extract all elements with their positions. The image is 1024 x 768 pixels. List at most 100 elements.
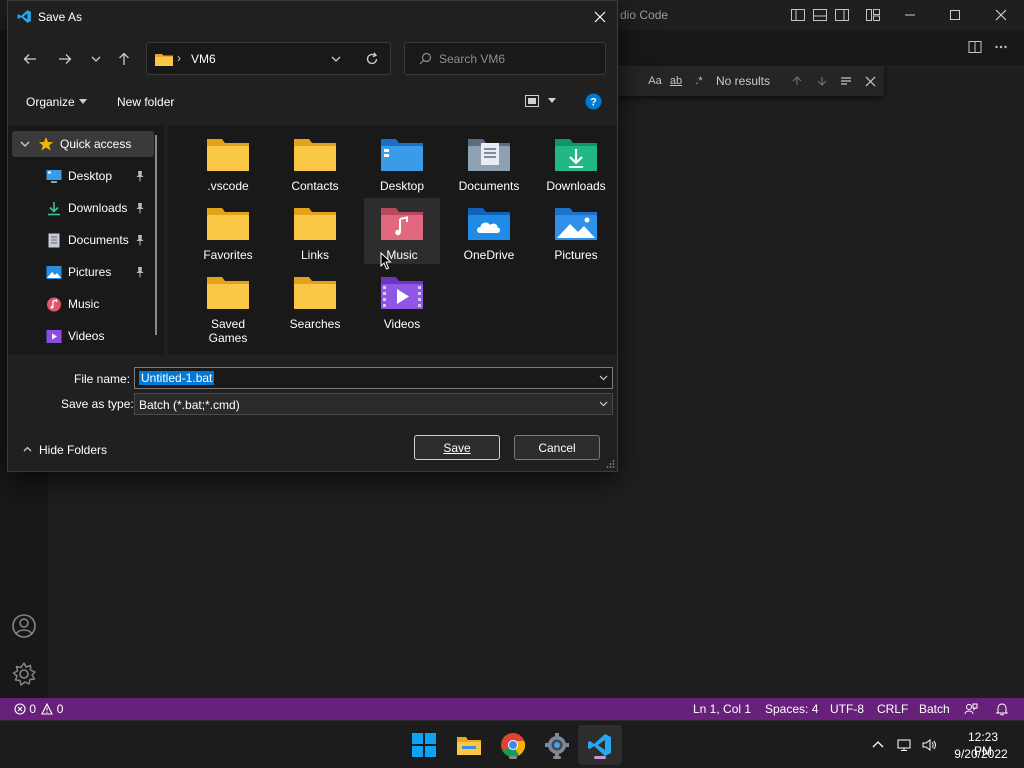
show-hidden-icons-chevron-icon[interactable]	[870, 737, 886, 753]
resize-grip-icon[interactable]	[605, 459, 615, 469]
pin-icon[interactable]	[134, 234, 146, 246]
address-bar[interactable]: › VM6	[146, 42, 391, 75]
pictures-icon	[46, 265, 62, 280]
toggle-panel-icon[interactable]	[812, 7, 828, 23]
back-arrow-icon[interactable]	[18, 47, 42, 71]
search-input[interactable]	[439, 50, 589, 68]
cancel-button[interactable]: Cancel	[514, 435, 600, 460]
save-as-type-select[interactable]: Batch (*.bat;*.cmd)	[134, 393, 613, 415]
videos-icon	[46, 329, 62, 344]
nav-item-documents[interactable]: Documents	[12, 227, 154, 253]
file-name-dropdown-chevron-icon[interactable]	[599, 375, 608, 381]
folder-icon	[293, 204, 337, 242]
language-mode[interactable]: Batch	[919, 702, 950, 716]
file-item-favorites[interactable]: Favorites	[190, 198, 266, 264]
file-label: Searches	[289, 317, 341, 331]
toggle-primary-sidebar-icon[interactable]	[790, 7, 806, 23]
maximize-icon[interactable]	[932, 0, 978, 30]
view-options-caret-icon[interactable]	[548, 98, 556, 104]
pin-icon[interactable]	[134, 266, 146, 278]
taskbar-file-explorer[interactable]	[453, 729, 485, 761]
forward-arrow-icon[interactable]	[53, 47, 77, 71]
find-in-selection-icon[interactable]	[838, 73, 854, 89]
nav-quick-access[interactable]: Quick access	[12, 131, 154, 157]
feedback-icon[interactable]	[964, 702, 978, 719]
nav-item-downloads[interactable]: Downloads	[12, 195, 154, 221]
file-item-music[interactable]: Music	[364, 198, 440, 264]
save-button[interactable]: Save	[414, 435, 500, 460]
file-item-vscode[interactable]: .vscode	[190, 129, 266, 195]
customize-layout-icon[interactable]	[865, 7, 881, 23]
nav-scrollbar[interactable]	[155, 135, 157, 335]
problems-status[interactable]: 0 0	[14, 702, 63, 716]
cursor-position[interactable]: Ln 1, Col 1	[693, 702, 751, 716]
dialog-close-icon[interactable]	[588, 5, 612, 29]
indentation[interactable]: Spaces: 4	[765, 702, 818, 716]
file-name-input[interactable]: Untitled-1.bat	[134, 367, 613, 389]
regex-icon[interactable]: .*	[691, 73, 707, 89]
file-item-videos[interactable]: Videos	[364, 267, 440, 333]
up-arrow-icon[interactable]	[112, 47, 136, 71]
nav-item-music[interactable]: Music	[12, 291, 154, 317]
error-icon	[14, 703, 26, 715]
previous-match-icon[interactable]	[789, 73, 805, 89]
close-find-icon[interactable]	[862, 73, 878, 89]
end-of-line[interactable]: CRLF	[877, 702, 908, 716]
nav-item-videos[interactable]: Videos	[12, 323, 154, 349]
start-button[interactable]	[408, 729, 440, 761]
file-item-pictures[interactable]: Pictures	[538, 198, 614, 264]
file-label: Pictures	[554, 248, 598, 262]
file-label: Saved Games	[208, 317, 248, 345]
organize-button[interactable]: Organize	[26, 95, 75, 109]
file-item-documents[interactable]: Documents	[451, 129, 527, 195]
next-match-icon[interactable]	[814, 73, 830, 89]
pictures-folder-icon	[554, 204, 598, 242]
pin-icon[interactable]	[134, 170, 146, 182]
nav-item-desktop[interactable]: Desktop	[12, 163, 154, 189]
chevron-up-icon	[23, 446, 32, 452]
window-close-icon[interactable]	[978, 0, 1024, 30]
manage-gear-icon[interactable]	[10, 660, 38, 688]
pin-icon[interactable]	[134, 202, 146, 214]
save-as-type-chevron-icon[interactable]	[599, 401, 608, 407]
encoding[interactable]: UTF-8	[830, 702, 864, 716]
music-icon	[46, 297, 62, 312]
refresh-icon[interactable]	[365, 52, 379, 66]
expand-chevron-icon[interactable]	[20, 139, 30, 149]
file-item-onedrive[interactable]: OneDrive	[451, 198, 527, 264]
address-dropdown-chevron-icon[interactable]	[329, 52, 343, 66]
minimize-icon[interactable]	[887, 0, 933, 30]
taskbar-settings[interactable]	[541, 729, 573, 761]
file-item-downloads[interactable]: Downloads	[538, 129, 614, 195]
match-whole-word-button[interactable]: ab	[668, 73, 684, 89]
change-view-icon[interactable]	[524, 93, 540, 109]
onedrive-folder-icon	[467, 204, 511, 242]
breadcrumb-current[interactable]: VM6	[191, 52, 216, 66]
file-item-desktop[interactable]: Desktop	[364, 129, 440, 195]
more-actions-icon[interactable]	[994, 40, 1008, 54]
running-indicator	[509, 756, 517, 759]
match-case-button[interactable]: Aa	[647, 73, 663, 89]
nav-label: Desktop	[68, 169, 113, 183]
file-item-saved-games[interactable]: Saved Games	[190, 267, 266, 345]
clock-date[interactable]: 9/20/2022	[950, 747, 1012, 761]
network-icon[interactable]	[897, 737, 913, 753]
desktop-icon	[46, 169, 62, 184]
volume-icon[interactable]	[921, 737, 937, 753]
help-icon[interactable]: ?	[585, 93, 602, 110]
file-item-searches[interactable]: Searches	[277, 267, 353, 333]
split-editor-icon[interactable]	[968, 40, 982, 54]
file-name-value[interactable]: Untitled-1.bat	[139, 371, 215, 385]
file-item-contacts[interactable]: Contacts	[277, 129, 353, 195]
search-box[interactable]	[404, 42, 606, 75]
recent-locations-chevron-icon[interactable]	[84, 47, 108, 71]
new-folder-button[interactable]: New folder	[117, 95, 174, 109]
hide-folders-button[interactable]: Hide Folders	[21, 441, 131, 459]
toggle-secondary-sidebar-icon[interactable]	[834, 7, 850, 23]
accounts-icon[interactable]	[10, 612, 38, 640]
notifications-bell-icon[interactable]	[995, 702, 1009, 719]
file-item-links[interactable]: Links	[277, 198, 353, 264]
taskbar-vscode[interactable]	[584, 729, 616, 761]
taskbar-chrome[interactable]	[497, 729, 529, 761]
nav-item-pictures[interactable]: Pictures	[12, 259, 154, 285]
